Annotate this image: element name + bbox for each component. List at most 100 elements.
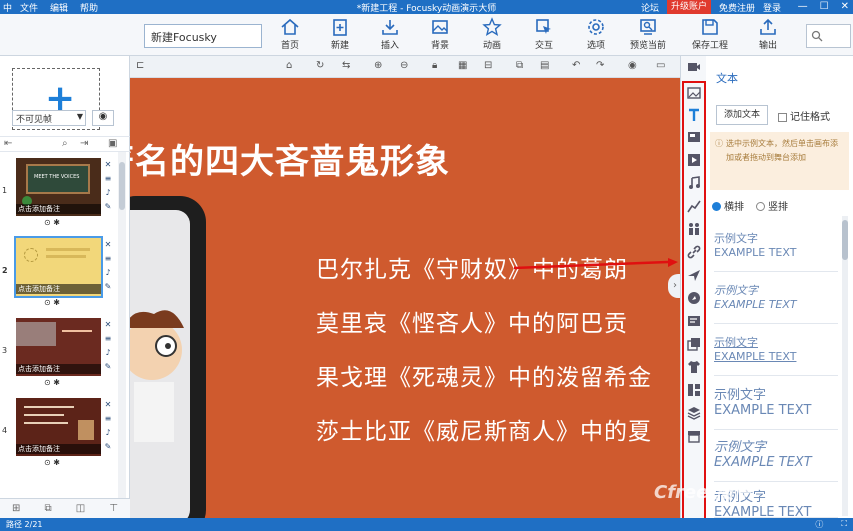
link-icon[interactable]: [687, 245, 701, 259]
archive-icon[interactable]: [687, 429, 701, 443]
group-icon[interactable]: ◫: [76, 503, 85, 514]
gear-icon[interactable]: ✱: [53, 378, 60, 387]
news-icon[interactable]: [687, 314, 701, 328]
compass-icon[interactable]: [687, 291, 701, 305]
text-line-2[interactable]: 莫里哀《悭吝人》中的阿巴贡: [316, 304, 628, 338]
play-icon[interactable]: ⊙: [44, 298, 51, 307]
paste-icon[interactable]: ▤: [540, 60, 549, 71]
frames-scrollbar[interactable]: [118, 152, 126, 518]
zoom-in-icon[interactable]: ⊕: [374, 60, 382, 71]
delete-icon[interactable]: ✕: [103, 318, 113, 332]
move-top-icon[interactable]: ⊤: [109, 503, 118, 514]
zoom-out-icon[interactable]: ⊖: [400, 60, 408, 71]
preview-current-button[interactable]: 预览当前: [626, 17, 670, 51]
text-line-4[interactable]: 莎士比亚《威尼斯商人》中的夏: [316, 412, 652, 446]
menu-icon[interactable]: ≡: [103, 172, 113, 186]
sample-text-item[interactable]: 示例文字 EXAMPLE TEXT: [714, 432, 838, 482]
delete-icon[interactable]: ✕: [103, 238, 113, 252]
shirt-icon[interactable]: [687, 360, 701, 374]
maximize-icon[interactable]: ☐: [820, 0, 829, 14]
slide-note[interactable]: 点击添加备注: [16, 204, 101, 214]
grid-icon[interactable]: ▦: [458, 60, 467, 71]
forum-link[interactable]: 论坛: [641, 1, 659, 14]
collapse-left-icon[interactable]: ⇤: [4, 138, 12, 149]
plane-icon[interactable]: [687, 268, 701, 282]
login-link[interactable]: 登录: [763, 1, 781, 14]
tablet-graphic[interactable]: [130, 196, 206, 518]
add-slide-icon[interactable]: ⊞: [12, 503, 20, 514]
image-icon[interactable]: [687, 86, 701, 100]
sample-text-item[interactable]: 示例文字 EXAMPLE TEXT: [714, 226, 838, 272]
new-button[interactable]: 新建: [318, 17, 362, 51]
rotate-icon[interactable]: ↻: [316, 60, 324, 71]
horizontal-radio[interactable]: 横排: [712, 198, 744, 213]
export-button[interactable]: 输出: [746, 17, 790, 51]
screenshot-icon[interactable]: ◉: [628, 60, 637, 71]
align-icon[interactable]: ⊟: [484, 60, 492, 71]
upgrade-account-button[interactable]: 升级账户: [666, 0, 711, 14]
slide-note[interactable]: 点击添加备注: [16, 284, 101, 294]
options-button[interactable]: 选项: [574, 17, 618, 51]
text-icon[interactable]: [687, 108, 701, 122]
menu-icon[interactable]: ≡: [103, 412, 113, 426]
redo-icon[interactable]: ↷: [596, 60, 604, 71]
info-status-icon[interactable]: ⓘ: [815, 519, 823, 530]
layout-grid-icon[interactable]: [687, 383, 701, 397]
layout-icon[interactable]: ⊏: [136, 60, 144, 71]
background-button[interactable]: 背景: [418, 17, 462, 51]
play-icon[interactable]: ⊙: [44, 378, 51, 387]
video-icon[interactable]: [687, 60, 701, 74]
slide-canvas[interactable]: 著名的四大吝啬鬼形象 巴尔扎克《守财奴》中的葛朗 莫里哀《悭吝人》中的阿巴贡 果…: [130, 78, 680, 518]
slide-thumbnail-selected[interactable]: 2 点击添加备注 ⊙ ✱ ✕ ≡ ♪ ✎: [0, 236, 118, 314]
copy-slide-icon[interactable]: ⧉: [44, 503, 51, 514]
slide-thumbnail[interactable]: 3 点击添加备注 ⊙ ✱ ✕ ≡ ♪ ✎: [0, 316, 118, 394]
play-icon[interactable]: ⊙: [44, 458, 51, 467]
flip-icon[interactable]: ⇆: [342, 60, 350, 71]
menu-help[interactable]: 帮助: [80, 1, 98, 14]
music-icon[interactable]: [687, 176, 701, 190]
edit-icon[interactable]: ✎: [103, 280, 113, 294]
frame-settings-icon[interactable]: ▣: [108, 138, 117, 149]
window-icon[interactable]: ▭: [656, 60, 665, 71]
samples-scrollbar[interactable]: [842, 216, 848, 516]
menu-edit[interactable]: 编辑: [50, 1, 68, 14]
mic-icon[interactable]: ♪: [103, 346, 113, 360]
mic-icon[interactable]: ♪: [103, 426, 113, 440]
edit-icon[interactable]: ✎: [103, 200, 113, 214]
remember-format-checkbox[interactable]: 记住格式: [778, 108, 830, 123]
play-icon[interactable]: ⊙: [44, 218, 51, 227]
register-link[interactable]: 免费注册: [719, 1, 755, 14]
menu-icon[interactable]: ≡: [103, 332, 113, 346]
visibility-select[interactable]: 不可见帧 ▼: [12, 110, 86, 126]
sample-text-item[interactable]: 示例文字 EXAMPLE TEXT: [714, 330, 838, 376]
slide-note[interactable]: 点击添加备注: [16, 364, 101, 374]
layers-icon[interactable]: [687, 406, 701, 420]
mic-icon[interactable]: ♪: [103, 186, 113, 200]
slide-thumbnail[interactable]: 1 MEET THE VOICES 点击添加备注 ⊙ ✱ ✕ ≡ ♪ ✎: [0, 156, 118, 234]
scrollbar-thumb[interactable]: [119, 162, 125, 210]
delete-icon[interactable]: ✕: [103, 398, 113, 412]
gear-icon[interactable]: ✱: [53, 458, 60, 467]
clipart-icon[interactable]: [687, 337, 701, 351]
collapse-right-icon[interactable]: ⇥: [80, 138, 88, 149]
menu-icon[interactable]: ≡: [103, 252, 113, 266]
slide-thumbnail[interactable]: 4 点击添加备注 ⊙ ✱ ✕ ≡ ♪ ✎: [0, 396, 118, 474]
delete-icon[interactable]: ✕: [103, 158, 113, 172]
zoom-icon[interactable]: ⌕: [62, 138, 68, 149]
interaction-button[interactable]: 交互: [522, 17, 566, 51]
character-icon[interactable]: [687, 222, 701, 236]
copy-icon[interactable]: ⧉: [516, 60, 523, 71]
media-icon[interactable]: [687, 153, 701, 167]
camera-button[interactable]: ◉: [92, 110, 114, 126]
mic-icon[interactable]: ♪: [103, 266, 113, 280]
edit-icon[interactable]: ✎: [103, 440, 113, 454]
gear-icon[interactable]: ✱: [53, 298, 60, 307]
scrollbar-thumb[interactable]: [842, 220, 848, 260]
fullscreen-icon[interactable]: ⛶: [841, 519, 847, 530]
slide-note[interactable]: 点击添加备注: [16, 444, 101, 454]
menu-file[interactable]: 文件: [20, 1, 38, 14]
shape-icon[interactable]: [687, 130, 701, 144]
text-line-3[interactable]: 果戈理《死魂灵》中的泼留希金: [316, 358, 652, 392]
minimize-icon[interactable]: —: [798, 0, 808, 14]
sample-text-item[interactable]: 示例文字 EXAMPLE TEXT: [714, 380, 838, 430]
